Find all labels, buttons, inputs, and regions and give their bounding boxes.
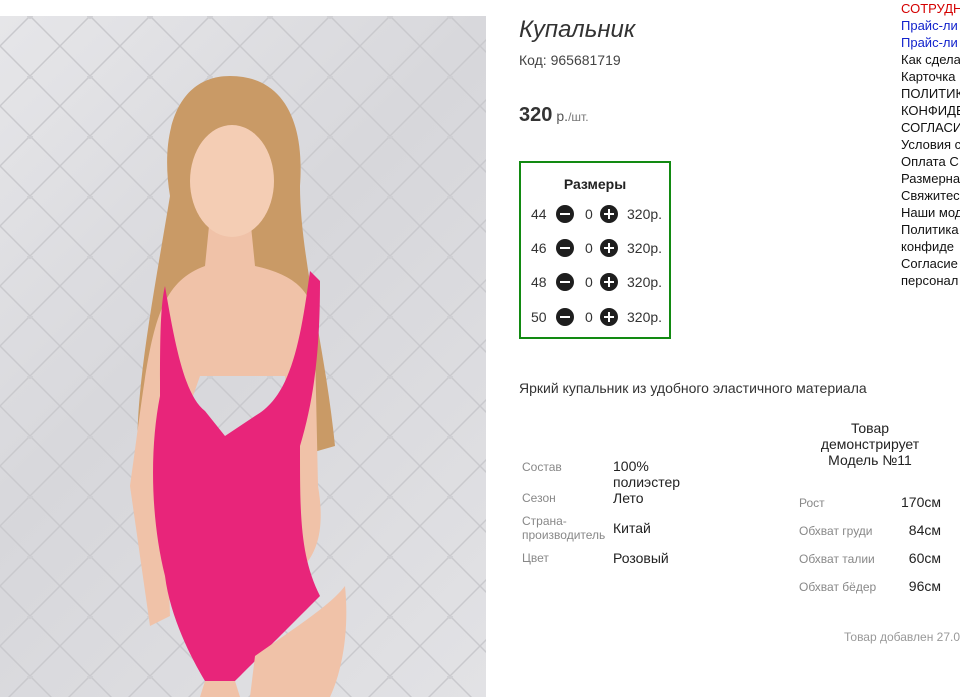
minus-icon[interactable]	[556, 205, 574, 223]
size-price: 320р.	[627, 274, 663, 290]
size-qty[interactable]: 0	[585, 206, 593, 222]
property-value: Китай	[613, 520, 651, 536]
sidebar-link[interactable]: Оплата С	[901, 153, 960, 170]
product-photo[interactable]	[0, 16, 486, 697]
size-label: 44	[531, 206, 547, 222]
sidebar-link[interactable]: СОГЛАСИ	[901, 119, 960, 136]
size-qty[interactable]: 0	[585, 309, 593, 325]
price-value: 320	[519, 104, 553, 126]
model-param-row: Обхват талии 60см	[799, 550, 949, 568]
sidebar-link[interactable]: Политика	[901, 221, 960, 238]
model-param-row: Рост 170см	[799, 494, 949, 512]
size-price: 320р.	[627, 206, 663, 222]
product-description: Яркий купальник из удобного эластичного …	[519, 380, 867, 396]
minus-icon[interactable]	[556, 308, 574, 326]
model-param-row: Обхват груди 84см	[799, 522, 949, 540]
model-param-value: 84см	[908, 522, 941, 538]
property-key: Цвет	[522, 551, 549, 565]
sidebar-link[interactable]: Как сдела	[901, 51, 960, 68]
plus-icon[interactable]	[600, 205, 618, 223]
size-price: 320р.	[627, 309, 663, 325]
size-price: 320р.	[627, 240, 663, 256]
sidebar-link[interactable]: СОТРУДН	[901, 0, 960, 17]
sidebar-link[interactable]: Согласие	[901, 255, 960, 272]
size-qty[interactable]: 0	[585, 240, 593, 256]
model-param-key: Обхват бёдер	[799, 580, 877, 594]
property-key: Страна-производитель	[522, 514, 606, 542]
product-code: Код: 965681719	[519, 52, 621, 68]
plus-icon[interactable]	[600, 308, 618, 326]
model-param-value: 170см	[901, 494, 941, 510]
property-value: Розовый	[613, 550, 669, 566]
sidebar-link[interactable]: Прайс-ли	[901, 34, 960, 51]
sidebar-link[interactable]: Карточка	[901, 68, 960, 85]
property-key: Состав	[522, 460, 562, 474]
plus-icon[interactable]	[600, 273, 618, 291]
photo-illustration	[0, 16, 486, 697]
price-unit: /шт.	[568, 110, 589, 124]
sidebar-link[interactable]: Прайс-ли	[901, 17, 960, 34]
sizes-title: Размеры	[563, 176, 627, 192]
model-param-value: 96см	[908, 578, 941, 594]
sidebar-menu: СОТРУДН Прайс-ли Прайс-ли Как сдела Карт…	[901, 0, 960, 289]
sidebar-link[interactable]: ПОЛИТИК	[901, 85, 960, 102]
price-currency: р.	[556, 108, 569, 124]
size-label: 48	[531, 274, 547, 290]
sidebar-link[interactable]: конфиде	[901, 238, 960, 255]
property-value: Лето	[613, 490, 644, 506]
size-qty[interactable]: 0	[585, 274, 593, 290]
size-label: 50	[531, 309, 547, 325]
model-param-key: Рост	[799, 496, 825, 510]
model-param-row: Обхват бёдер 96см	[799, 578, 949, 596]
sizes-panel: Размеры 44 0 320р. 46 0 320р. 48 0 320р.…	[519, 161, 671, 339]
sidebar-link[interactable]: персонал	[901, 272, 960, 289]
sidebar-link[interactable]: КОНФИДЕ	[901, 102, 960, 119]
model-param-key: Обхват груди	[799, 524, 873, 538]
added-date: Товар добавлен 27.0	[844, 630, 960, 644]
minus-icon[interactable]	[556, 273, 574, 291]
minus-icon[interactable]	[556, 239, 574, 257]
sidebar-link[interactable]: Свяжитес	[901, 187, 960, 204]
plus-icon[interactable]	[600, 239, 618, 257]
sidebar-link[interactable]: Размерна	[901, 170, 960, 187]
model-title: Товар демонстрирует Модель №11	[820, 420, 920, 468]
model-param-value: 60см	[908, 550, 941, 566]
model-param-key: Обхват талии	[799, 552, 875, 566]
sidebar-link[interactable]: Наши мод	[901, 204, 960, 221]
property-value: 100% полиэстер	[613, 458, 681, 490]
sidebar-link[interactable]: Условия с	[901, 136, 960, 153]
product-title: Купальник	[519, 16, 636, 43]
size-label: 46	[531, 240, 547, 256]
product-price: 320 р./шт.	[519, 104, 589, 127]
property-key: Сезон	[522, 491, 556, 505]
